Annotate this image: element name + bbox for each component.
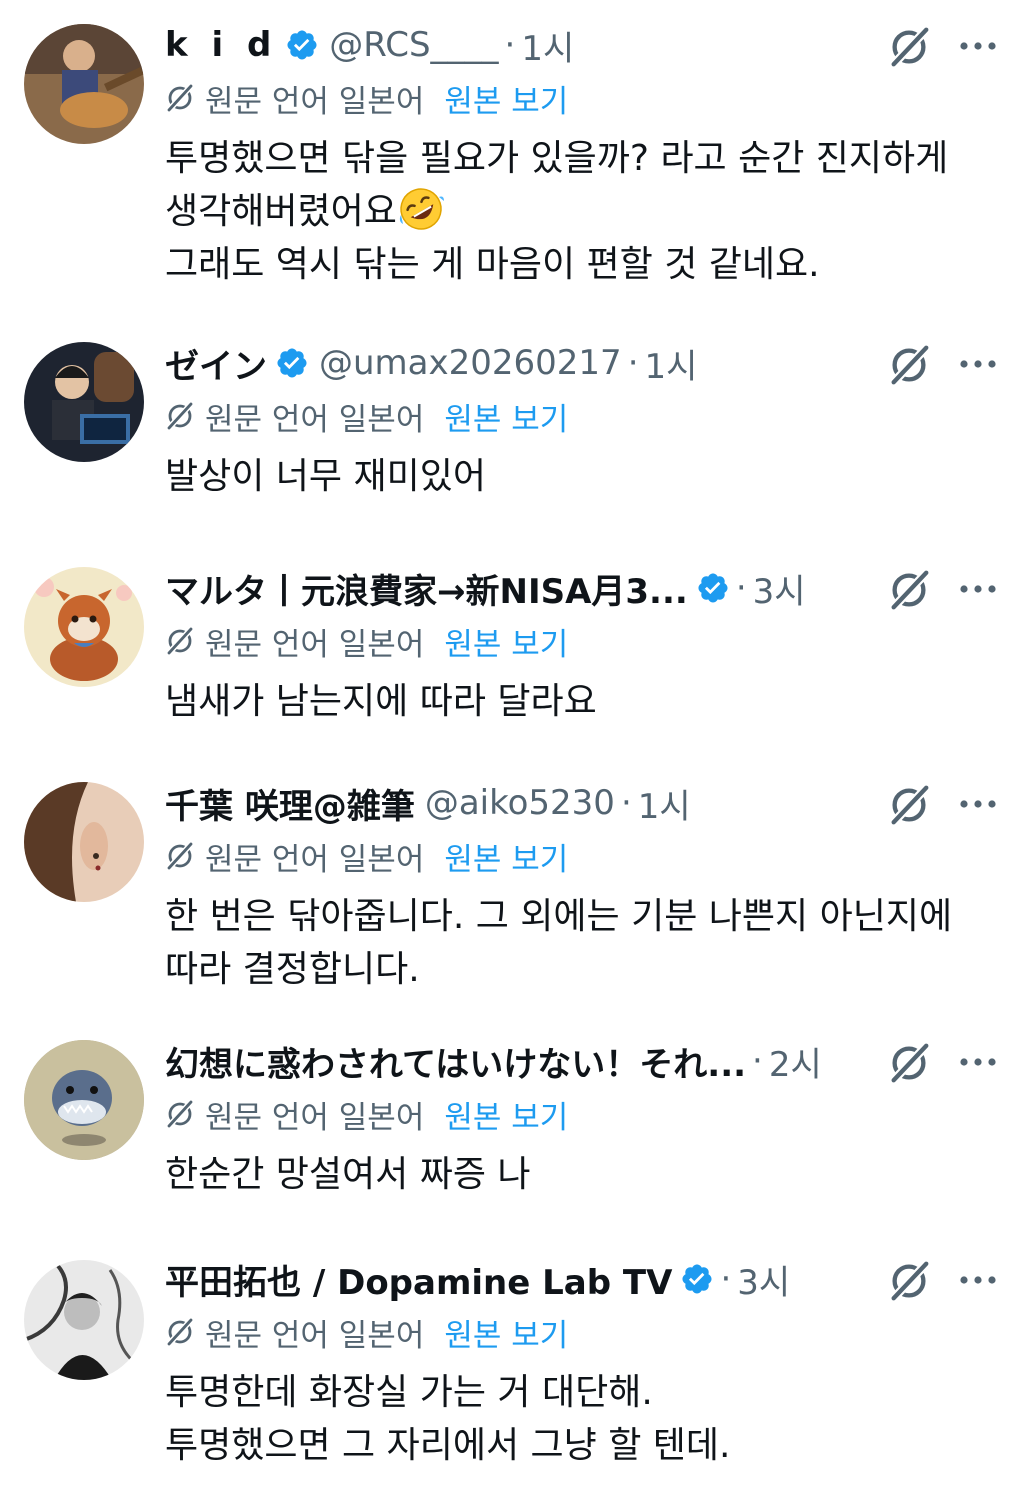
post-text: 한순간 망설여서 짜증 나: [165, 1148, 995, 1201]
separator-dot: ·: [627, 343, 639, 383]
reply-post[interactable]: k i d @RCS____ · 1시 원문 언어 일본어 원본 보기 투명했으…: [0, 22, 1024, 292]
post-text: 투명했으면 닦을 필요가 있을까? 라고 순간 진지하게 생각해버렸어요 그래도…: [165, 132, 995, 291]
original-language-label: 원문 언어 일본어: [205, 401, 425, 438]
grok-icon[interactable]: [886, 1040, 932, 1086]
translation-notice: 원문 언어 일본어 원본 보기: [165, 834, 568, 879]
more-icon[interactable]: [956, 790, 1000, 818]
post-text-line: 투명했으면 그 자리에서 그냥 할 텐데.: [165, 1425, 731, 1466]
post-text: 발상이 너무 재미있어: [165, 450, 995, 503]
avatar[interactable]: [24, 567, 144, 687]
author-name[interactable]: k i d: [165, 25, 277, 65]
separator-dot: ·: [504, 25, 516, 65]
separator-dot: ·: [720, 1259, 732, 1299]
post-text-line: 발상이 너무 재미있어: [165, 456, 486, 497]
post-text: 한 번은 닦아줍니다. 그 외에는 기분 나쁜지 아닌지에 따라 결정합니다.: [165, 890, 995, 996]
translate-icon: [165, 1317, 195, 1347]
avatar[interactable]: [24, 1040, 144, 1160]
translate-icon: [165, 626, 195, 656]
author-name[interactable]: ゼイン: [165, 340, 267, 387]
post-text: 냄새가 남는지에 따라 달라요: [165, 675, 995, 728]
post-time[interactable]: 3시: [753, 565, 806, 612]
avatar[interactable]: [24, 342, 144, 462]
post-header: マルタ丨元浪費家→新NISA月3... · 3시: [165, 565, 884, 611]
more-icon[interactable]: [956, 1048, 1000, 1076]
reply-post[interactable]: ゼイン @umax20260217 · 1시 원문 언어 일본어 원본 보기 발…: [0, 340, 1024, 510]
post-text: 투명한데 화장실 가는 거 대단해. 투명했으면 그 자리에서 그냥 할 텐데.: [165, 1366, 995, 1472]
view-original-link[interactable]: 원본 보기: [444, 834, 568, 879]
separator-dot: ·: [620, 783, 632, 823]
more-icon[interactable]: [956, 575, 1000, 603]
author-handle[interactable]: @aiko5230: [425, 783, 615, 823]
verified-badge-icon: [285, 28, 319, 62]
reply-post[interactable]: 平田拓也 / Dopamine Lab TV · 3시 원문 언어 일본어 원본…: [0, 1256, 1024, 1486]
view-original-link[interactable]: 원본 보기: [444, 394, 568, 439]
grok-icon[interactable]: [886, 1258, 932, 1304]
translation-notice: 원문 언어 일본어 원본 보기: [165, 1310, 568, 1355]
post-header: 千葉 咲理@雑筆 @aiko5230 · 1시: [165, 780, 884, 826]
post-header: 平田拓也 / Dopamine Lab TV · 3시: [165, 1256, 884, 1302]
author-name[interactable]: マルタ丨元浪費家→新NISA月3...: [165, 565, 688, 612]
post-time[interactable]: 1시: [638, 780, 691, 827]
post-time[interactable]: 1시: [645, 340, 698, 387]
more-icon[interactable]: [956, 32, 1000, 60]
reply-feed: k i d @RCS____ · 1시 원문 언어 일본어 원본 보기 투명했으…: [0, 0, 1024, 1502]
post-header: ゼイン @umax20260217 · 1시: [165, 340, 884, 386]
post-text-line: 그래도 역시 닦는 게 마음이 편할 것 같네요.: [165, 244, 820, 285]
translate-icon: [165, 841, 195, 871]
grok-icon[interactable]: [886, 24, 932, 70]
author-handle[interactable]: @umax20260217: [319, 343, 622, 383]
author-name[interactable]: 千葉 咲理@雑筆: [165, 780, 415, 827]
separator-dot: ·: [735, 568, 747, 608]
original-language-label: 원문 언어 일본어: [205, 83, 425, 120]
verified-badge-icon: [680, 1262, 714, 1296]
post-text-line: 한순간 망설여서 짜증 나: [165, 1154, 531, 1195]
reply-post[interactable]: マルタ丨元浪費家→新NISA月3... · 3시 원문 언어 일본어 원본 보기…: [0, 565, 1024, 735]
post-text-line-with-emoji: 생각해버렸어요: [165, 185, 995, 238]
grok-icon[interactable]: [886, 782, 932, 828]
avatar[interactable]: [24, 782, 144, 902]
separator-dot: ·: [752, 1041, 763, 1081]
author-name[interactable]: 幻想に惑わされてはいけない！それ...: [165, 1038, 746, 1085]
reply-post[interactable]: 幻想に惑わされてはいけない！それ... · 2시 원문 언어 일본어 원본 보기…: [0, 1038, 1024, 1208]
post-header: k i d @RCS____ · 1시: [165, 22, 884, 68]
post-header: 幻想に惑わされてはいけない！それ... · 2시: [165, 1038, 884, 1084]
view-original-link[interactable]: 원본 보기: [444, 76, 568, 121]
translation-notice: 원문 언어 일본어 원본 보기: [165, 1092, 568, 1137]
post-text-line: 한 번은 닦아줍니다. 그 외에는 기분 나쁜지 아닌지에: [165, 896, 953, 937]
post-text-line: 투명했으면 닦을 필요가 있을까? 라고 순간 진지하게: [165, 138, 949, 179]
post-text-segment: 생각해버렸어요: [165, 191, 397, 232]
author-name[interactable]: 平田拓也 / Dopamine Lab TV: [165, 1256, 672, 1303]
translation-notice: 원문 언어 일본어 원본 보기: [165, 76, 568, 121]
more-icon[interactable]: [956, 350, 1000, 378]
view-original-link[interactable]: 원본 보기: [444, 619, 568, 664]
post-time[interactable]: 2시: [769, 1038, 822, 1085]
reply-post[interactable]: 千葉 咲理@雑筆 @aiko5230 · 1시 원문 언어 일본어 원본 보기 …: [0, 780, 1024, 1000]
post-text-line: 투명한데 화장실 가는 거 대단해.: [165, 1372, 653, 1413]
avatar[interactable]: [24, 1260, 144, 1380]
translation-notice: 원문 언어 일본어 원본 보기: [165, 394, 568, 439]
more-icon[interactable]: [956, 1266, 1000, 1294]
post-text-line: 냄새가 남는지에 따라 달라요: [165, 681, 597, 722]
original-language-label: 원문 언어 일본어: [205, 841, 425, 878]
post-time[interactable]: 1시: [521, 22, 574, 69]
view-original-link[interactable]: 원본 보기: [444, 1310, 568, 1355]
author-handle[interactable]: @RCS____: [329, 25, 498, 65]
translation-notice: 원문 언어 일본어 원본 보기: [165, 619, 568, 664]
rofl-emoji-icon: [399, 188, 444, 230]
post-text-line: 따라 결정합니다.: [165, 949, 420, 990]
translate-icon: [165, 83, 195, 113]
original-language-label: 원문 언어 일본어: [205, 626, 425, 663]
post-time[interactable]: 3시: [737, 1256, 790, 1303]
grok-icon[interactable]: [886, 342, 932, 388]
verified-badge-icon: [275, 346, 309, 380]
original-language-label: 원문 언어 일본어: [205, 1317, 425, 1354]
original-language-label: 원문 언어 일본어: [205, 1099, 425, 1136]
verified-badge-icon: [696, 571, 730, 605]
translate-icon: [165, 1099, 195, 1129]
translate-icon: [165, 401, 195, 431]
grok-icon[interactable]: [886, 567, 932, 613]
view-original-link[interactable]: 원본 보기: [444, 1092, 568, 1137]
avatar[interactable]: [24, 24, 144, 144]
